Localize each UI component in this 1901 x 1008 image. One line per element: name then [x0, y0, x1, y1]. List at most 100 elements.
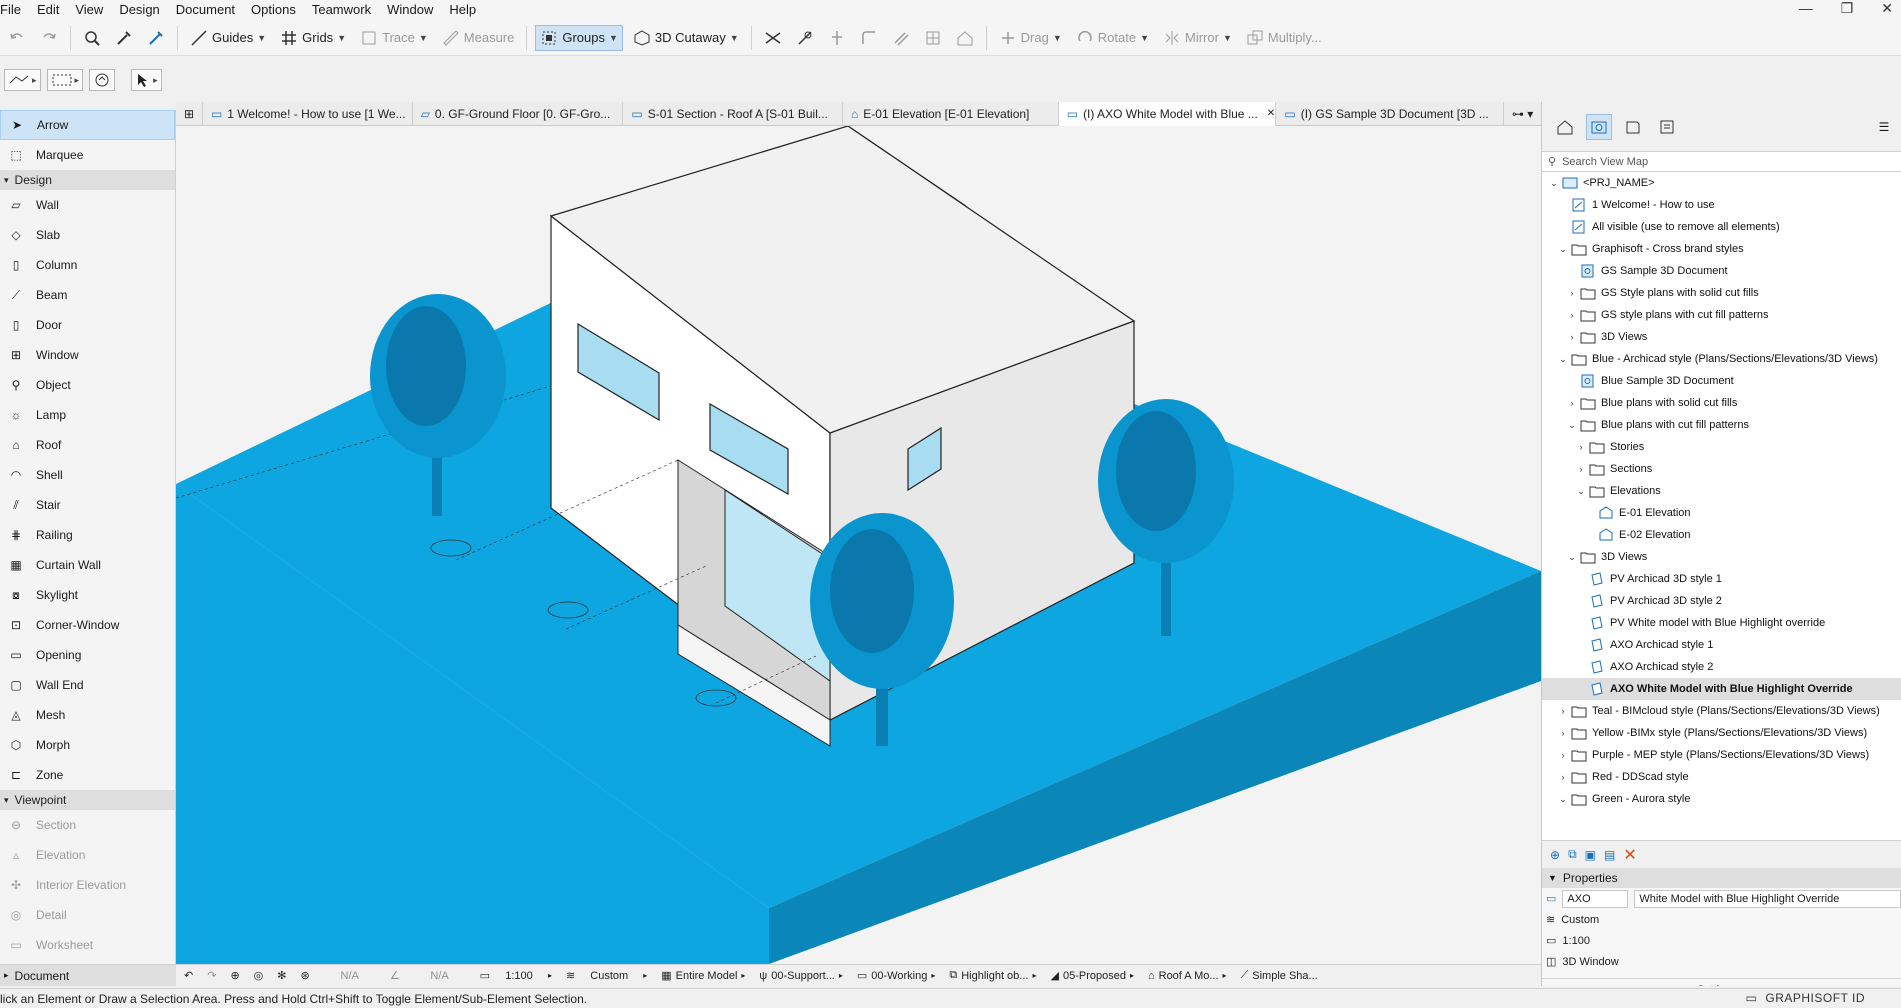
layout-book-button[interactable]	[1620, 114, 1646, 140]
tool-column[interactable]: ▯ Column	[0, 250, 175, 280]
chevron-right-icon[interactable]: ›	[1557, 728, 1569, 738]
chevron-right-icon[interactable]: ›	[1557, 750, 1569, 760]
graphisoft-id-label[interactable]: ▭ GRAPHISOFT ID	[1746, 991, 1865, 1005]
chevron-down-icon[interactable]: ⌄	[1557, 794, 1569, 805]
tool-zone[interactable]: ⊏ Zone	[0, 760, 175, 790]
tab-overview-icon[interactable]: ⊞	[176, 101, 203, 126]
project-map-button[interactable]	[1552, 114, 1578, 140]
chevron-down-icon[interactable]: ⌄	[1548, 178, 1560, 189]
layer-combo-selector[interactable]: ≋ Custom ▸	[562, 969, 651, 983]
view-map-item[interactable]: 1 Welcome! - How to use	[1542, 194, 1901, 216]
renovation-filter-selector[interactable]: ◢ 05-Proposed ▸	[1046, 969, 1137, 983]
chevron-down-icon[interactable]: ⌄	[1557, 244, 1569, 255]
menu-teamwork[interactable]: Teamwork	[304, 0, 379, 20]
settings-button[interactable]: Settings...	[1542, 978, 1901, 986]
grids-button[interactable]: Grids ▼	[276, 25, 350, 51]
3d-viewport[interactable]	[176, 126, 1541, 964]
tool-interior-elevation[interactable]: ✣ Interior Elevation	[0, 870, 175, 900]
chevron-right-icon[interactable]: ›	[1557, 706, 1569, 716]
viewpoint-section-header[interactable]: ▾ Viewpoint	[0, 790, 175, 810]
orbit-button[interactable]	[89, 69, 116, 91]
chevron-right-icon[interactable]: ›	[1575, 464, 1587, 474]
zoom-fit-button[interactable]: ⊛	[296, 969, 313, 982]
zoom-in-button[interactable]: ⊕	[226, 969, 243, 982]
forward-view-button[interactable]: ↷	[203, 969, 220, 982]
tool-marquee[interactable]: ⬚ Marquee	[0, 140, 175, 170]
menu-options[interactable]: Options	[243, 0, 304, 20]
properties-window-row[interactable]: ◫ 3D Window	[1542, 951, 1901, 972]
view-map-item[interactable]: › Blue plans with solid cut fills	[1542, 392, 1901, 414]
tab-5[interactable]: ▭ (I) GS Sample 3D Document [3D ...	[1276, 101, 1504, 126]
menu-edit[interactable]: Edit	[29, 0, 67, 20]
view-map-item[interactable]: AXO Archicad style 2	[1542, 656, 1901, 678]
new-view-icon[interactable]: ⊕	[1550, 848, 1560, 862]
view-map-item[interactable]: ⌄ Green - Aurora style	[1542, 788, 1901, 810]
mirror-button[interactable]: Mirror ▼	[1159, 25, 1236, 51]
trace-button[interactable]: Trace ▼	[356, 25, 432, 51]
tool-opening[interactable]: ▭ Opening	[0, 640, 175, 670]
tab-4[interactable]: ▭ (I) AXO White Model with Blue ... ✕	[1058, 101, 1277, 126]
delete-icon[interactable]: ✕	[1623, 845, 1636, 865]
structure-display-selector[interactable]: ⌂ Roof A Mo... ▸	[1144, 970, 1231, 982]
view-map-item[interactable]: › Teal - BIMcloud style (Plans/Sections/E…	[1542, 700, 1901, 722]
tool-beam[interactable]: ⟋ Beam	[0, 280, 175, 310]
publisher-button[interactable]	[1654, 114, 1680, 140]
view-map-item[interactable]: › GS style plans with cut fill patterns	[1542, 304, 1901, 326]
tool-wall[interactable]: ▱ Wall	[0, 190, 175, 220]
rotate-button[interactable]: Rotate ▼	[1072, 25, 1153, 51]
view-map-item[interactable]: E-02 Elevation	[1542, 524, 1901, 546]
view-map-item[interactable]: E-01 Elevation	[1542, 502, 1901, 524]
orbit-toggle-button[interactable]: ◎	[250, 969, 268, 982]
tool-railing[interactable]: ⋕ Railing	[0, 520, 175, 550]
chevron-down-icon[interactable]: ⌄	[1566, 552, 1578, 563]
view-map-item[interactable]: › Purple - MEP style (Plans/Sections/Elev…	[1542, 744, 1901, 766]
pointer-button[interactable]: ▸	[131, 69, 162, 91]
chevron-right-icon[interactable]: ›	[1566, 398, 1578, 408]
redo-button[interactable]	[36, 25, 62, 51]
tool-mesh[interactable]: ◬ Mesh	[0, 700, 175, 730]
tool-skylight[interactable]: ⧇ Skylight	[0, 580, 175, 610]
drag-button[interactable]: Drag ▼	[995, 25, 1066, 51]
view-map-item[interactable]: › Yellow -BIMx style (Plans/Sections/Elev…	[1542, 722, 1901, 744]
marquee-method-button[interactable]: ▸	[46, 69, 84, 91]
view-map-item[interactable]: ⌄ 3D Views	[1542, 546, 1901, 568]
tool-curtain-wall[interactable]: ▦ Curtain Wall	[0, 550, 175, 580]
menu-design[interactable]: Design	[111, 0, 167, 20]
explode-button[interactable]	[920, 25, 946, 51]
view-map-item[interactable]: › GS Style plans with solid cut fills	[1542, 282, 1901, 304]
document-section-header[interactable]: ▸ Document	[0, 964, 176, 986]
chevron-right-icon[interactable]: ›	[1566, 288, 1578, 298]
tool-shell[interactable]: ◠ Shell	[0, 460, 175, 490]
view-map-item[interactable]: ⌄ Blue - Archicad style (Plans/Sections/E…	[1542, 348, 1901, 370]
chevron-down-icon[interactable]: ⌄	[1566, 420, 1578, 431]
view-id-input[interactable]: AXO	[1562, 889, 1629, 908]
tool-arrow[interactable]: ➤ Arrow	[0, 110, 175, 140]
view-map-item[interactable]: AXO White Model with Blue Highlight Over…	[1542, 678, 1901, 700]
intersect-button[interactable]	[824, 25, 850, 51]
close-icon[interactable]: ✕	[1881, 0, 1893, 17]
tool-corner-window[interactable]: ⊡ Corner-Window	[0, 610, 175, 640]
chevron-right-icon[interactable]: ›	[1566, 332, 1578, 342]
3d-style-selector[interactable]: ⟋ Simple Sha...	[1237, 969, 1322, 982]
tab-1[interactable]: ▱ 0. GF-Ground Floor [0. GF-Gro...	[413, 101, 624, 126]
pen-set-selector[interactable]: ψ 00-Support... ▸	[755, 970, 846, 982]
chevron-right-icon[interactable]: ›	[1557, 772, 1569, 782]
menu-file[interactable]: File	[0, 0, 29, 20]
tab-3[interactable]: ⌂ E-01 Elevation [E-01 Elevation]	[843, 101, 1059, 126]
view-map-item[interactable]: › Red - DDScad style	[1542, 766, 1901, 788]
tab-2[interactable]: ▭ S-01 Section - Roof A [S-01 Buil...	[623, 101, 844, 126]
view-map-button[interactable]	[1586, 113, 1612, 140]
chevron-right-icon[interactable]: ›	[1575, 442, 1587, 452]
view-map-search[interactable]: ⚲ Search View Map	[1542, 152, 1901, 172]
chevron-down-icon[interactable]: ⌄	[1575, 486, 1587, 497]
properties-layer-row[interactable]: ≋ Custom	[1542, 909, 1901, 930]
view-map-item[interactable]: PV Archicad 3D style 1	[1542, 568, 1901, 590]
menu-help[interactable]: Help	[441, 0, 484, 20]
tool-window[interactable]: ⊞ Window	[0, 340, 175, 370]
offset-button[interactable]	[888, 25, 914, 51]
chevron-down-icon[interactable]: ⌄	[1557, 354, 1569, 365]
tool-stair[interactable]: ⫽ Stair	[0, 490, 175, 520]
walk-button[interactable]: ✻	[273, 969, 290, 982]
adjust-button[interactable]	[792, 25, 818, 51]
view-map-item[interactable]: ⌄ Elevations	[1542, 480, 1901, 502]
